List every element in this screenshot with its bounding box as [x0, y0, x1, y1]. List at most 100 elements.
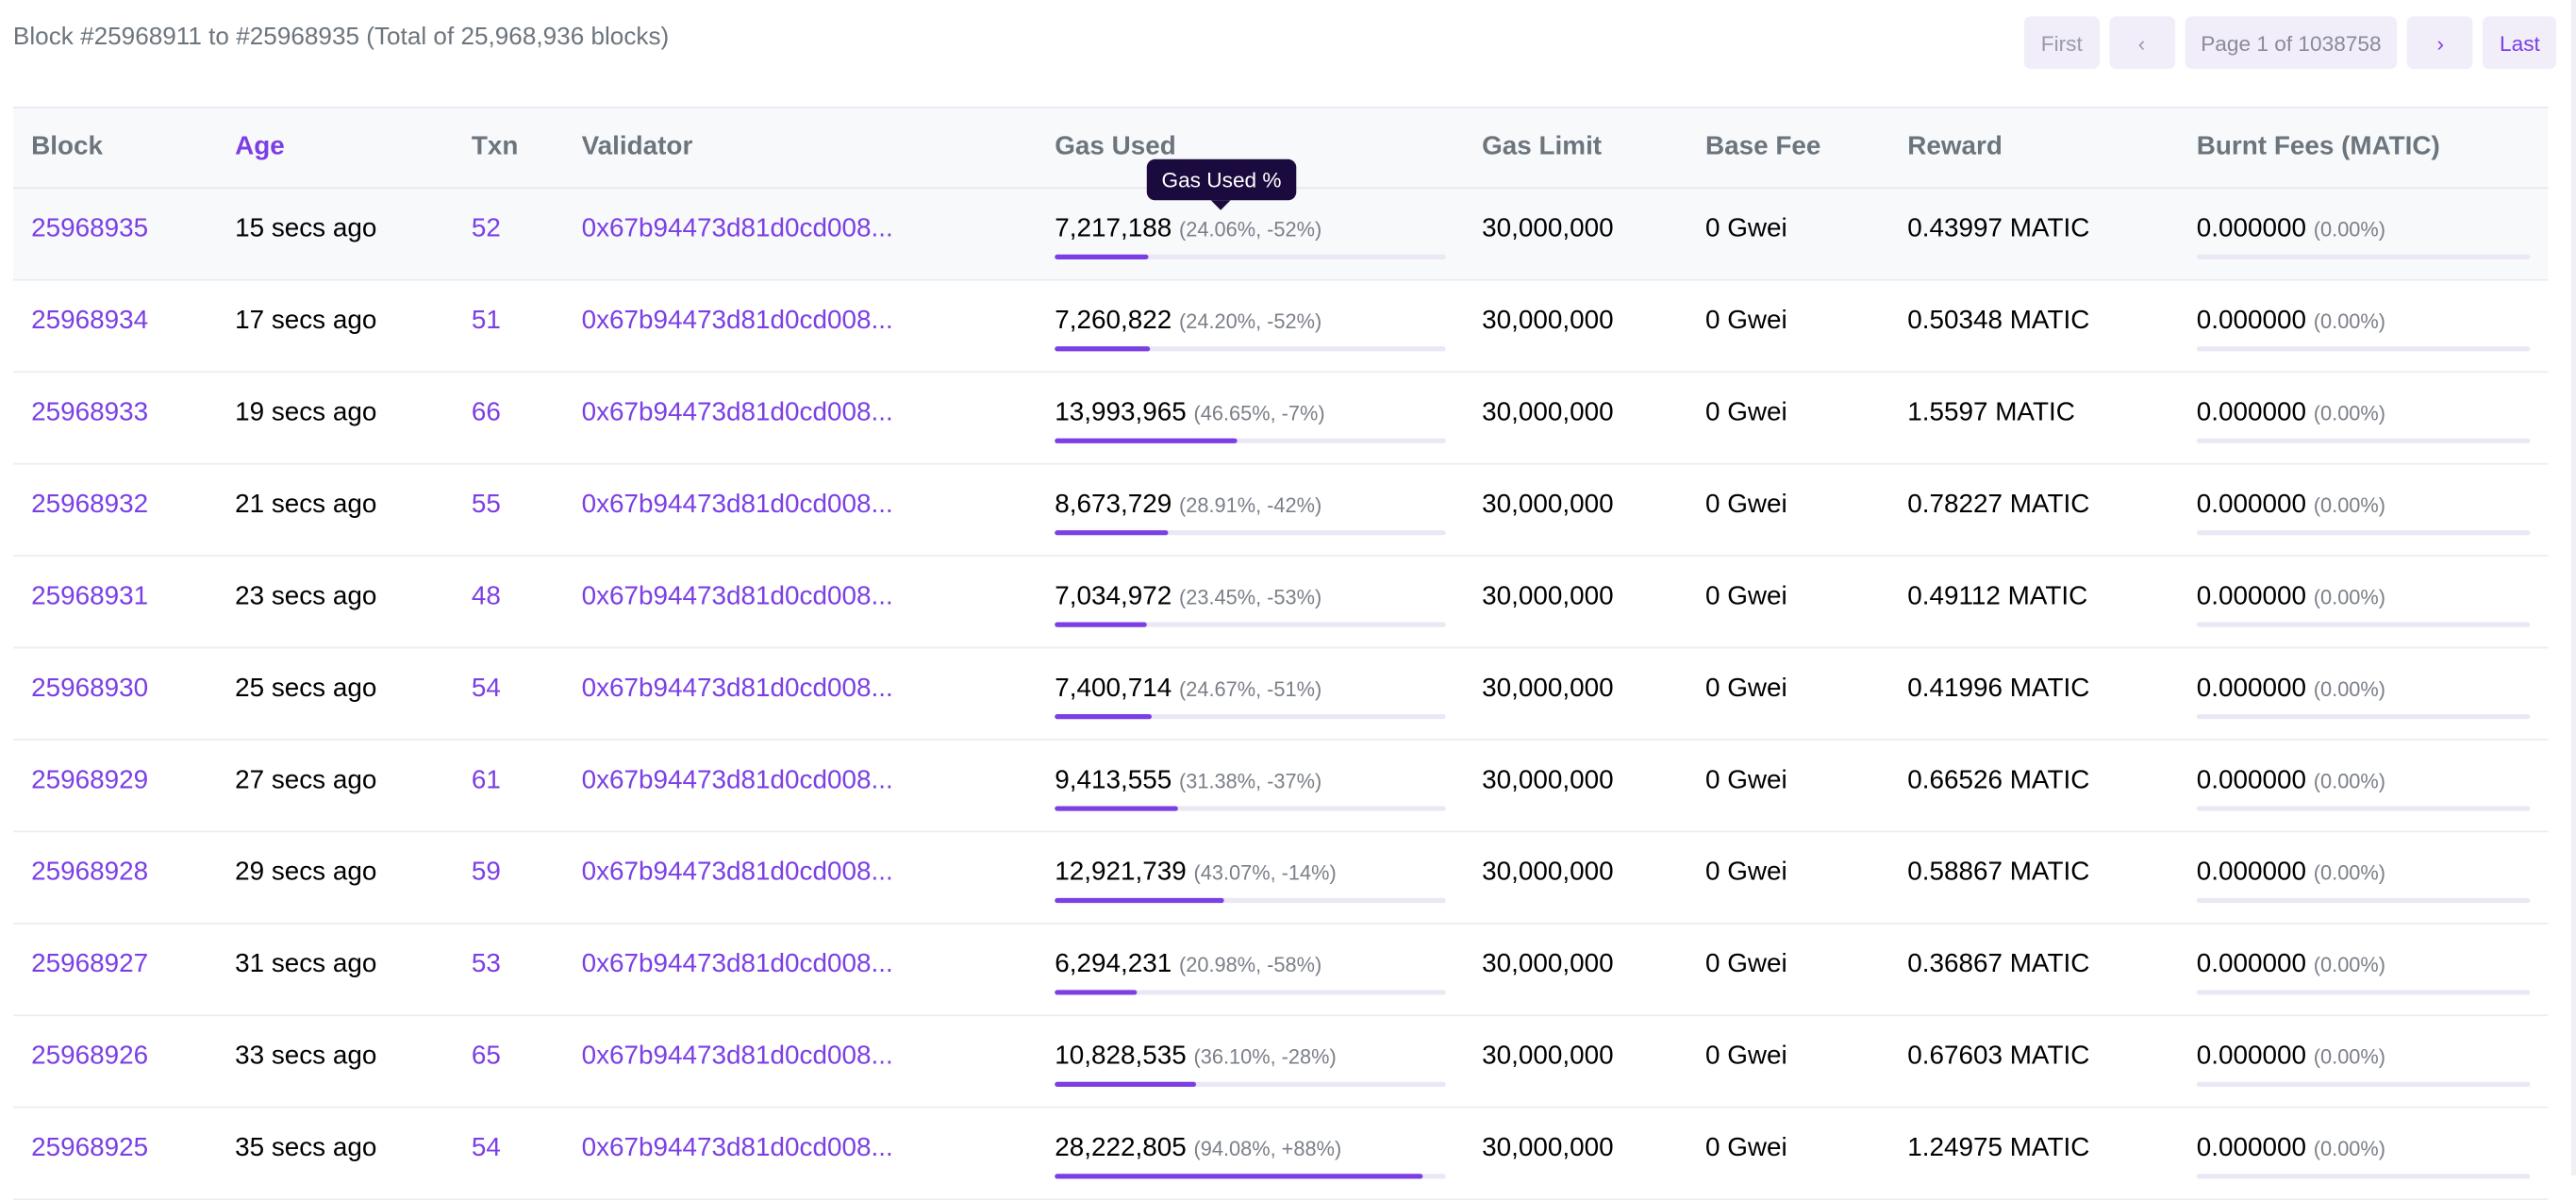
txn-count-link[interactable]: 51 — [472, 307, 501, 336]
txn-count-link[interactable]: 52 — [472, 215, 501, 244]
first-page-button[interactable]: First — [2024, 16, 2100, 70]
base-fee-value: 0 Gwei — [1704, 950, 1787, 979]
gas-used-bar-fill — [1055, 897, 1223, 904]
block-number-link[interactable]: 25968929 — [31, 767, 148, 796]
gas-used-detail: (20.98%, -58%) — [1178, 954, 1322, 977]
txn-count-link[interactable]: 66 — [472, 399, 501, 428]
burnt-fees-value: 0.000000 (0.00%) — [2197, 767, 2385, 796]
base-fee-value: 0 Gwei — [1704, 675, 1787, 703]
validator-address-link[interactable]: 0x67b94473d81d0cd008... — [582, 307, 899, 336]
burnt-fees-percent: (0.00%) — [2313, 309, 2386, 334]
validator-address-link[interactable]: 0x67b94473d81d0cd008... — [582, 1042, 899, 1072]
burnt-fees-value: 0.000000 (0.00%) — [2197, 307, 2385, 336]
block-number-link[interactable]: 25968932 — [31, 491, 148, 520]
base-fee-value: 0 Gwei — [1704, 1134, 1787, 1163]
chevron-left-icon: ‹ — [2137, 30, 2146, 56]
base-fee-value: 0 Gwei — [1704, 398, 1787, 427]
txn-count-link[interactable]: 53 — [472, 951, 501, 980]
gas-used-bar — [1055, 1081, 1446, 1088]
pagination: First ‹ Page 1 of 1038758 › Last — [2024, 16, 2557, 70]
gas-limit-value: 30,000,000 — [1482, 491, 1614, 519]
reward-value: 0.66526 MATIC — [1907, 766, 2090, 795]
validator-address-link[interactable]: 0x67b94473d81d0cd008... — [582, 951, 899, 980]
burnt-fees-percent: (0.00%) — [2313, 770, 2386, 793]
txn-count-link[interactable]: 61 — [472, 767, 501, 796]
col-gas-limit-header: Gas Limit — [1482, 132, 1603, 161]
burnt-fees-amount: 0.000000 — [2196, 398, 2307, 427]
burnt-fees-value: 0.000000 (0.00%) — [2197, 1134, 2385, 1163]
reward-value: 1.24975 MATIC — [1907, 1134, 2090, 1163]
gas-used-amount: 6,294,231 — [1055, 950, 1172, 979]
next-page-button[interactable]: › — [2407, 16, 2474, 70]
txn-count-link[interactable]: 54 — [472, 675, 501, 704]
gas-used-detail: (46.65%, -7%) — [1193, 402, 1325, 425]
validator-address-link[interactable]: 0x67b94473d81d0cd008... — [582, 675, 899, 704]
block-number-link[interactable]: 25968931 — [31, 583, 148, 612]
block-age: 35 secs ago — [235, 1134, 377, 1163]
gas-used-detail: (24.06%, -52%) — [1178, 218, 1322, 242]
gas-used-detail: (31.38%, -37%) — [1178, 770, 1322, 793]
txn-count-link[interactable]: 54 — [472, 1134, 501, 1163]
reward-value: 0.49112 MATIC — [1907, 582, 2088, 611]
block-number-link[interactable]: 25968930 — [31, 675, 148, 704]
prev-page-button[interactable]: ‹ — [2108, 16, 2175, 70]
last-page-button[interactable]: Last — [2483, 16, 2557, 70]
burnt-fees-bar — [2196, 1081, 2531, 1088]
scrollbar[interactable] — [2570, 0, 2576, 1175]
block-number-link[interactable]: 25968935 — [31, 215, 148, 244]
block-number-link[interactable]: 25968926 — [31, 1042, 148, 1072]
validator-address-link[interactable]: 0x67b94473d81d0cd008... — [582, 491, 899, 520]
gas-used-bar — [1055, 1174, 1446, 1179]
block-number-link[interactable]: 25968933 — [31, 399, 148, 428]
burnt-fees-amount: 0.000000 — [2196, 766, 2307, 795]
block-age: 23 secs ago — [235, 582, 377, 611]
burnt-fees-amount: 0.000000 — [2196, 214, 2307, 243]
block-number-link[interactable]: 25968925 — [31, 1134, 148, 1163]
burnt-fees-bar — [2196, 1174, 2531, 1179]
gas-used-bar — [1055, 806, 1446, 811]
col-age-header[interactable]: Age — [235, 133, 285, 162]
gas-used-bar-fill — [1055, 438, 1238, 443]
txn-count-link[interactable]: 55 — [472, 491, 501, 520]
burnt-fees-percent: (0.00%) — [2313, 954, 2386, 977]
table-row: 25968927 31 secs ago 53 0x67b94473d81d0cd00… — [12, 925, 2549, 1017]
burnt-fees-value: 0.000000 (0.00%) — [2197, 583, 2385, 612]
reward-value: 0.78227 MATIC — [1907, 491, 2090, 519]
burnt-fees-amount: 0.000000 — [2196, 491, 2307, 519]
block-age: 33 secs ago — [235, 1042, 377, 1071]
gas-limit-value: 30,000,000 — [1482, 766, 1614, 795]
txn-count-link[interactable]: 65 — [472, 1042, 501, 1072]
burnt-fees-bar — [2196, 530, 2531, 536]
table-row: 25968934 17 secs ago 51 0x67b94473d81d0cd00… — [12, 281, 2549, 374]
gas-used-bar-fill — [1055, 622, 1147, 627]
col-base-fee-header: Base Fee — [1704, 132, 1821, 161]
burnt-fees-percent: (0.00%) — [2313, 493, 2386, 518]
block-number-link[interactable]: 25968934 — [31, 307, 148, 336]
gas-limit-value: 30,000,000 — [1482, 398, 1614, 427]
burnt-fees-percent: (0.00%) — [2313, 861, 2386, 885]
gas-used-bar — [1055, 530, 1446, 536]
validator-address-link[interactable]: 0x67b94473d81d0cd008... — [582, 1134, 899, 1163]
block-number-link[interactable]: 25968927 — [31, 951, 148, 980]
validator-address-link[interactable]: 0x67b94473d81d0cd008... — [582, 215, 899, 244]
gas-used-bar-fill — [1055, 346, 1150, 352]
validator-address-link[interactable]: 0x67b94473d81d0cd008... — [582, 583, 899, 612]
validator-address-link[interactable]: 0x67b94473d81d0cd008... — [582, 399, 899, 428]
gas-limit-value: 30,000,000 — [1482, 1134, 1614, 1163]
gas-used-detail: (24.67%, -51%) — [1178, 677, 1322, 702]
table-row: 25968925 35 secs ago 54 0x67b94473d81d0cd00… — [12, 1108, 2549, 1200]
validator-address-link[interactable]: 0x67b94473d81d0cd008... — [582, 767, 899, 796]
txn-count-link[interactable]: 59 — [472, 858, 501, 888]
burnt-fees-bar — [2196, 897, 2531, 904]
txn-count-link[interactable]: 48 — [472, 583, 501, 612]
page-indicator: Page 1 of 1038758 — [2184, 16, 2399, 70]
burnt-fees-amount: 0.000000 — [2196, 675, 2307, 703]
gas-used-value: 7,400,714 (24.67%, -51%) — [1055, 675, 1321, 704]
burnt-fees-bar — [2196, 713, 2531, 720]
gas-used-amount: 8,673,729 — [1055, 491, 1172, 519]
validator-address-link[interactable]: 0x67b94473d81d0cd008... — [582, 858, 899, 888]
gas-used-detail: (24.20%, -52%) — [1178, 309, 1322, 334]
block-number-link[interactable]: 25968928 — [31, 858, 148, 888]
block-age: 17 secs ago — [235, 307, 377, 336]
gas-limit-value: 30,000,000 — [1482, 307, 1614, 336]
